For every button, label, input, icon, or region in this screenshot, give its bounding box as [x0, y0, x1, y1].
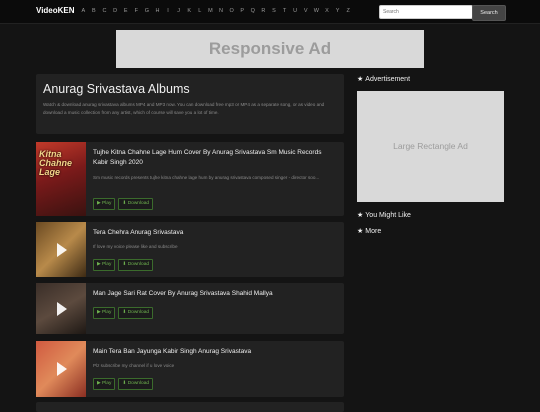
alphabet-link[interactable]: K [184, 8, 195, 14]
thumbnail-caption: Kitna Chahne Lage [39, 149, 73, 177]
alphabet-link[interactable]: L [195, 8, 206, 14]
star-icon: ★ [357, 76, 364, 83]
alphabet-link[interactable]: B [89, 8, 100, 14]
alphabet-link[interactable]: N [216, 8, 227, 14]
download-button[interactable]: ⬇ Download [118, 307, 154, 319]
video-thumbnail[interactable] [36, 341, 86, 397]
alphabet-link[interactable]: G [142, 8, 153, 14]
album-header: Anurag Srivastava Albums Watch & downloa… [36, 74, 344, 134]
alphabet-link[interactable]: P [237, 8, 248, 14]
page-title: Anurag Srivastava Albums [43, 82, 190, 96]
download-button[interactable]: ⬇ Download [118, 198, 154, 210]
play-icon [57, 242, 67, 257]
video-description: If love my voice please like and subscri… [93, 244, 178, 249]
advertisement-heading: ★ Advertisement [357, 76, 411, 83]
alphabet-link[interactable]: H [152, 8, 163, 14]
star-icon: ★ [357, 228, 364, 235]
download-button[interactable]: ⬇ Download [118, 259, 154, 271]
video-thumbnail[interactable] [36, 222, 86, 277]
play-button[interactable]: ▶ Play [93, 198, 116, 210]
site-logo[interactable]: VideoKEN [36, 6, 75, 15]
alphabet-link[interactable]: I [163, 8, 174, 14]
video-thumbnail[interactable] [36, 283, 86, 334]
alphabet-link[interactable]: M [205, 8, 216, 14]
alphabet-link[interactable]: V [300, 8, 311, 14]
top-navbar: VideoKEN ABCDEFGHIJKLMNOPQRSTUVWXYZ Sear… [0, 0, 540, 24]
alphabet-link[interactable]: F [131, 8, 142, 14]
responsive-ad-banner[interactable]: Responsive Ad [116, 30, 424, 68]
search-input[interactable] [379, 5, 473, 19]
play-button[interactable]: ▶ Play [93, 259, 116, 271]
video-thumbnail[interactable]: Kitna Chahne Lage [36, 142, 86, 216]
alphabet-link[interactable]: R [258, 8, 269, 14]
video-item: Main Tera Ban Jayunga Kabir Singh Anurag… [36, 341, 344, 397]
large-rectangle-ad[interactable]: Large Rectangle Ad [357, 91, 504, 202]
download-button[interactable]: ⬇ Download [118, 378, 154, 390]
alphabet-nav: ABCDEFGHIJKLMNOPQRSTUVWXYZ [78, 8, 353, 14]
alphabet-link[interactable]: D [110, 8, 121, 14]
alphabet-link[interactable]: O [226, 8, 237, 14]
video-title[interactable]: Man Jage Sari Rat Cover By Anurag Srivas… [93, 289, 338, 299]
you-might-like-heading: ★ You Might Like [357, 212, 411, 219]
video-title[interactable]: Tujhe Kitna Chahne Lage Hum Cover By Anu… [93, 148, 338, 167]
alphabet-link[interactable]: Y [332, 8, 343, 14]
alphabet-link[interactable]: Z [343, 8, 354, 14]
alphabet-link[interactable]: X [322, 8, 333, 14]
play-icon [57, 362, 67, 376]
video-item: Kitna Chahne Lage Tujhe Kitna Chahne Lag… [36, 142, 344, 216]
video-description: Plz subscribe my channel if u love voice [93, 363, 175, 368]
play-button[interactable]: ▶ Play [93, 307, 116, 319]
more-heading[interactable]: ★ More [357, 227, 381, 235]
page-description: Watch & download anurag srivastava album… [43, 102, 325, 115]
play-icon [57, 301, 67, 316]
alphabet-link[interactable]: W [311, 8, 322, 14]
alphabet-link[interactable]: T [279, 8, 290, 14]
alphabet-link[interactable]: A [78, 8, 89, 14]
alphabet-link[interactable]: U [290, 8, 301, 14]
play-button[interactable]: ▶ Play [93, 378, 116, 390]
star-icon: ★ [357, 212, 364, 219]
video-item: Tera Chehra Anurag Srivastava If love my… [36, 222, 344, 277]
video-title[interactable]: Main Tera Ban Jayunga Kabir Singh Anurag… [93, 347, 338, 357]
video-item: Man Jage Sari Rat Cover By Anurag Srivas… [36, 283, 344, 334]
search-button[interactable]: Search [472, 5, 506, 21]
video-description: Sm music records presents tujhe kitna ch… [93, 175, 320, 180]
alphabet-link[interactable]: E [120, 8, 131, 14]
alphabet-link[interactable]: Q [248, 8, 259, 14]
alphabet-link[interactable]: J [173, 8, 184, 14]
video-item [36, 402, 344, 412]
alphabet-link[interactable]: C [99, 8, 110, 14]
video-title[interactable]: Tera Chehra Anurag Srivastava [93, 228, 338, 238]
alphabet-link[interactable]: S [269, 8, 280, 14]
